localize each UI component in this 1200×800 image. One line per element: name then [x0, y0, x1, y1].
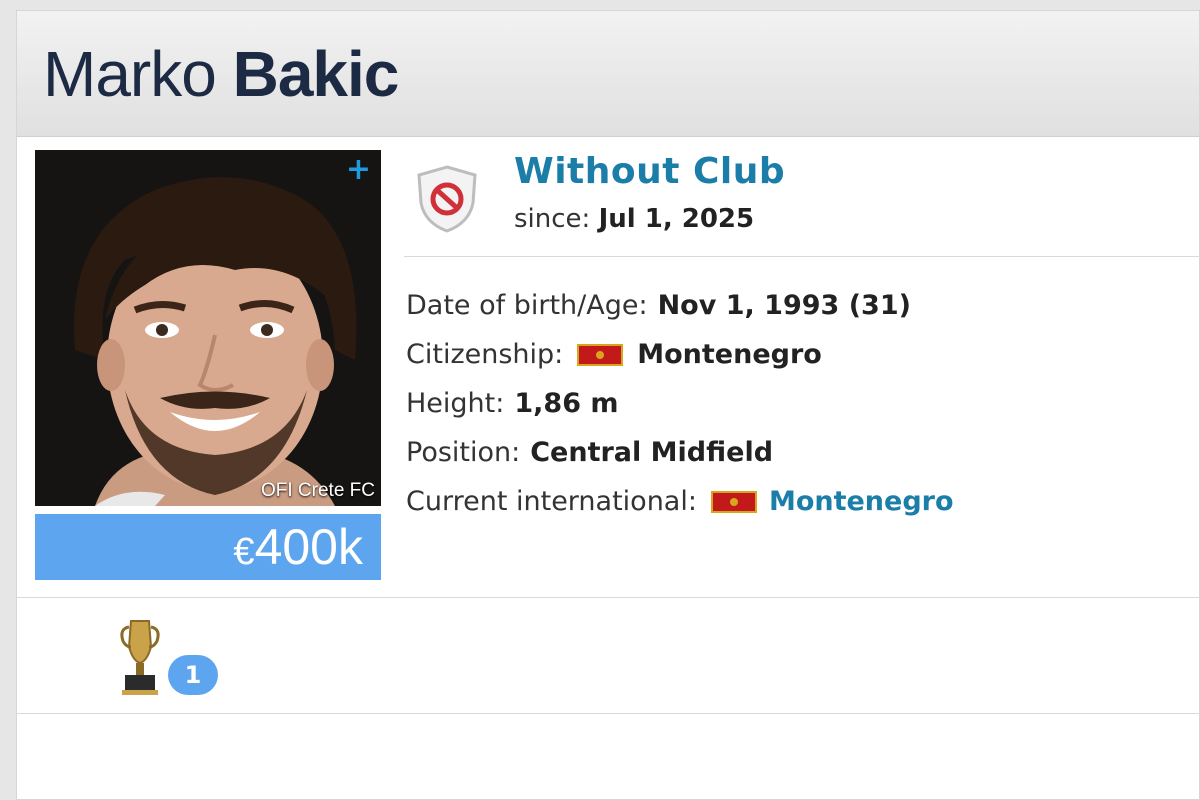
add-plus-icon[interactable]: +	[346, 152, 371, 188]
first-name: Marko	[43, 38, 217, 110]
info-row-dob: Date of birth/Age: Nov 1, 1993 (31)	[406, 281, 954, 330]
position-label: Position:	[406, 437, 521, 468]
dob-value: Nov 1, 1993 (31)	[657, 290, 911, 321]
market-value-currency: €	[233, 531, 255, 573]
club-since: since: Jul 1, 2025	[514, 204, 754, 234]
montenegro-flag-icon	[577, 343, 624, 366]
info-row-position: Position: Central Midfield	[406, 428, 954, 477]
player-portrait-image	[35, 150, 381, 506]
profile-header: Marko Bakic	[17, 11, 1199, 137]
trophy-icon[interactable]	[117, 617, 163, 697]
market-value-amount: 400k	[254, 519, 363, 575]
no-club-shield-icon	[417, 165, 477, 233]
citizenship-value: Montenegro	[637, 339, 822, 370]
info-row-international: Current international: Montenegro	[406, 477, 954, 526]
position-value: Central Midfield	[530, 437, 774, 468]
dob-label: Date of birth/Age:	[406, 290, 648, 321]
trophy-count-badge[interactable]: 1	[168, 655, 218, 695]
height-value: 1,86 m	[514, 388, 619, 419]
photo-club-caption: OFI Crete FC	[260, 480, 375, 501]
player-name: Marko Bakic	[43, 37, 400, 111]
player-info-list: Date of birth/Age: Nov 1, 1993 (31) Citi…	[406, 281, 954, 526]
last-name: Bakic	[232, 38, 400, 110]
divider	[17, 713, 1199, 714]
international-team-link[interactable]: Montenegro	[769, 486, 954, 517]
player-profile-card: Marko Bakic + OFI Crete FC €400k Without…	[16, 10, 1200, 800]
divider	[404, 256, 1200, 257]
international-label: Current international:	[406, 486, 697, 517]
since-label: since:	[514, 204, 591, 234]
market-value-badge[interactable]: €400k	[35, 514, 381, 580]
divider	[17, 597, 1199, 598]
info-row-height: Height: 1,86 m	[406, 379, 954, 428]
player-photo[interactable]: + OFI Crete FC	[35, 150, 381, 506]
height-label: Height:	[406, 388, 505, 419]
montenegro-flag-icon	[710, 490, 757, 513]
since-date: Jul 1, 2025	[598, 204, 755, 234]
current-club-link[interactable]: Without Club	[514, 151, 785, 192]
info-row-citizenship: Citizenship: Montenegro	[406, 330, 954, 379]
citizenship-label: Citizenship:	[406, 339, 564, 370]
